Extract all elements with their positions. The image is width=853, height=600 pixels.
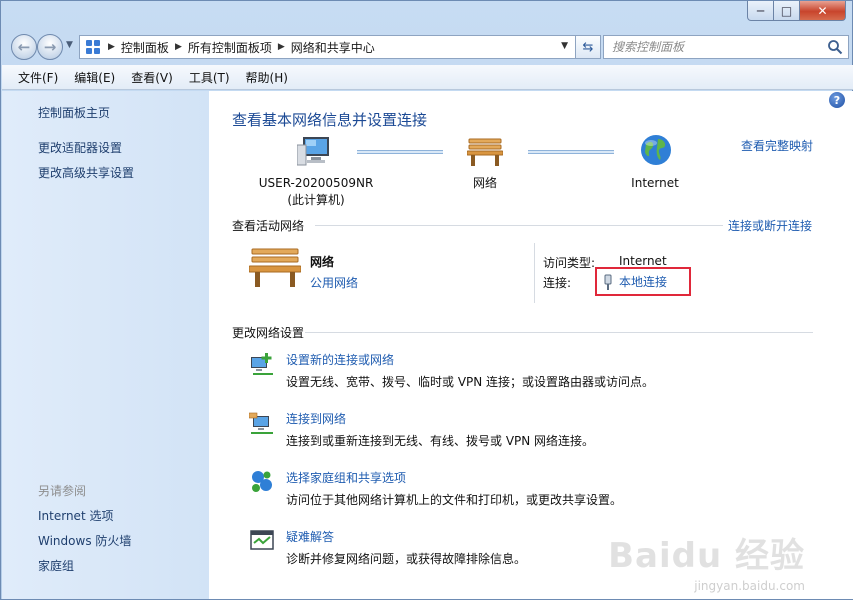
node-computer: USER-20200509NR (此计算机) (251, 175, 381, 209)
active-networks-heading: 查看活动网络 (232, 219, 305, 233)
menu-view[interactable]: 查看(V) (123, 69, 181, 86)
network-node-label: 网络 (472, 176, 497, 190)
address-dropdown-icon[interactable]: ▼ (561, 41, 568, 51)
window-frame: ─ □ ✕ ← → ▼ ▶ 控制面板 ▶ 所有控制面板项 ▶ 网络和共享中心 ▼… (0, 0, 853, 600)
search-box[interactable] (603, 35, 849, 59)
breadcrumb-control-panel[interactable]: 控制面板 (121, 39, 169, 56)
homegroup-icon (252, 471, 272, 492)
search-icon[interactable] (827, 39, 843, 55)
task-title[interactable]: 选择家庭组和共享选项 (286, 469, 406, 486)
task-description: 连接到或重新连接到无线、有线、拨号或 VPN 网络连接。 (286, 434, 595, 448)
access-type-label: 访问类型: (543, 256, 596, 270)
computer-name: USER-20200509NR (258, 176, 374, 190)
sidebar-item-adapter-settings[interactable]: 更改适配器设置 (38, 139, 122, 156)
access-type-value: Internet (619, 254, 667, 268)
refresh-icon: ⇆ (582, 39, 594, 55)
node-internet: Internet (624, 175, 686, 192)
sidebar-item-control-panel-home[interactable]: 控制面板主页 (38, 104, 110, 121)
breadcrumb-all-items[interactable]: 所有控制面板项 (188, 39, 272, 56)
menu-help[interactable]: 帮助(H) (238, 69, 296, 86)
computer-subtitle: (此计算机) (287, 193, 345, 207)
task-title[interactable]: 设置新的连接或网络 (286, 351, 394, 368)
section-divider (305, 332, 813, 333)
sidebar-item-advanced-sharing[interactable]: 更改高级共享设置 (38, 164, 134, 181)
menu-bar: 文件(F) 编辑(E) 查看(V) 工具(T) 帮助(H) (2, 65, 853, 90)
network-bench-icon (249, 248, 301, 287)
task-title[interactable]: 疑难解答 (286, 528, 334, 545)
task-title[interactable]: 连接到网络 (286, 410, 346, 427)
forward-button[interactable]: → (37, 34, 63, 60)
main-content: ? 查看基本网络信息并设置连接 查看完整映射 USER-20200509NR (… (209, 91, 853, 599)
caption-buttons: ─ □ ✕ (747, 1, 846, 21)
connect-disconnect-link[interactable]: 连接或断开连接 (728, 217, 812, 234)
computer-icon (297, 137, 329, 166)
change-settings-heading: 更改网络设置 (232, 326, 305, 340)
section-divider (315, 225, 723, 226)
menu-edit[interactable]: 编辑(E) (66, 69, 123, 86)
close-button[interactable]: ✕ (800, 1, 846, 21)
breadcrumb-network-center[interactable]: 网络和共享中心 (291, 39, 375, 56)
help-icon[interactable]: ? (829, 92, 845, 108)
vertical-divider (534, 243, 535, 303)
forward-arrow-icon: → (43, 38, 57, 56)
internet-node-label: Internet (631, 176, 679, 190)
page-title: 查看基本网络信息并设置连接 (232, 111, 428, 129)
maximize-button[interactable]: □ (774, 1, 800, 21)
task-description: 诊断并修复网络问题，或获得故障排除信息。 (286, 552, 527, 566)
address-bar[interactable]: ▶ 控制面板 ▶ 所有控制面板项 ▶ 网络和共享中心 ▼ (79, 35, 601, 59)
ethernet-icon (604, 274, 612, 290)
connect-network-icon (249, 412, 273, 434)
network-name: 网络 (310, 255, 335, 269)
search-input[interactable] (612, 40, 812, 54)
refresh-button[interactable]: ⇆ (575, 35, 601, 59)
breadcrumb-separator-icon[interactable]: ▶ (278, 42, 285, 52)
sidebar: 控制面板主页 更改适配器设置 更改高级共享设置 另请参阅 Internet 选项… (2, 91, 209, 599)
control-panel-icon (84, 38, 102, 56)
troubleshoot-icon (250, 530, 274, 550)
navigation-bar: ← → ▼ ▶ 控制面板 ▶ 所有控制面板项 ▶ 网络和共享中心 ▼ ⇆ (9, 32, 849, 60)
breadcrumb-separator-icon[interactable]: ▶ (175, 42, 182, 52)
minimize-button[interactable]: ─ (747, 1, 774, 21)
menu-tools[interactable]: 工具(T) (181, 69, 238, 86)
connection-line (357, 150, 443, 154)
local-connection-link[interactable]: 本地连接 (595, 267, 691, 296)
network-type-link[interactable]: 公用网络 (310, 274, 358, 291)
back-button[interactable]: ← (11, 34, 37, 60)
recent-pages-dropdown-icon[interactable]: ▼ (66, 40, 73, 50)
local-connection-label[interactable]: 本地连接 (619, 273, 667, 290)
connection-label: 连接: (543, 276, 572, 290)
task-description: 设置无线、宽带、拨号、临时或 VPN 连接；或设置路由器或访问点。 (286, 375, 655, 389)
sidebar-item-windows-firewall[interactable]: Windows 防火墙 (38, 532, 131, 549)
connection-line (528, 150, 614, 154)
sidebar-item-internet-options[interactable]: Internet 选项 (38, 507, 113, 524)
globe-icon (641, 135, 671, 165)
menu-file[interactable]: 文件(F) (10, 69, 66, 86)
back-arrow-icon: ← (17, 38, 31, 56)
node-network: 网络 (465, 175, 505, 192)
sidebar-item-homegroup[interactable]: 家庭组 (38, 557, 74, 574)
see-also-heading: 另请参阅 (38, 484, 87, 498)
task-description: 访问位于其他网络计算机上的文件和打印机，或更改共享设置。 (286, 493, 623, 507)
watermark-url: jingyan.baidu.com (694, 579, 805, 593)
breadcrumb-separator-icon[interactable]: ▶ (108, 42, 115, 52)
bench-icon (467, 138, 503, 166)
new-connection-icon (251, 353, 273, 375)
full-map-link[interactable]: 查看完整映射 (741, 137, 813, 154)
watermark-logo: Baidu 经验 (608, 536, 805, 576)
